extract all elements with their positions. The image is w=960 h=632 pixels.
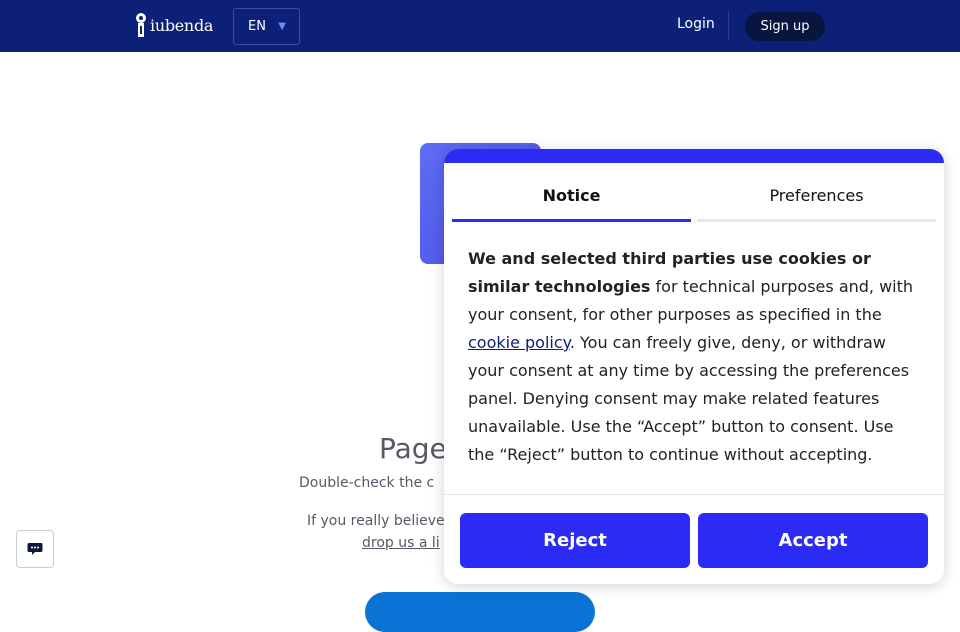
iubenda-logo-icon (136, 13, 146, 37)
chat-button[interactable] (16, 530, 54, 568)
reject-button[interactable]: Reject (460, 513, 690, 568)
chevron-down-icon: ▼ (278, 21, 286, 32)
tab-notice-indicator (452, 219, 691, 222)
page-title: Page (379, 432, 447, 465)
language-label: EN (248, 19, 266, 34)
tab-preferences[interactable]: Preferences (697, 186, 936, 205)
nav-divider (728, 12, 729, 40)
consent-notice-text: We and selected third parties use cookie… (468, 245, 924, 469)
top-navbar: iubenda EN ▼ Login Sign up (0, 0, 960, 52)
signup-button[interactable]: Sign up (745, 12, 825, 41)
language-selector[interactable]: EN ▼ (233, 8, 300, 45)
login-link[interactable]: Login (677, 16, 715, 32)
page-subtitle: Double-check the c (299, 475, 435, 491)
tab-preferences-indicator (697, 219, 936, 222)
contact-link[interactable]: drop us a li (362, 535, 440, 551)
dialog-accent-bar (444, 149, 944, 163)
dialog-divider (444, 494, 944, 495)
cookie-consent-dialog: Notice Preferences We and selected third… (444, 149, 944, 584)
dialog-body: Notice Preferences We and selected third… (444, 163, 944, 584)
home-button[interactable] (365, 592, 595, 632)
cookie-policy-link[interactable]: cookie policy (468, 333, 570, 352)
page-hint: If you really believe (307, 513, 445, 529)
chat-bubble-icon (27, 543, 43, 555)
tab-notice[interactable]: Notice (452, 186, 691, 205)
brand-name: iubenda (150, 15, 214, 35)
accept-button[interactable]: Accept (698, 513, 928, 568)
brand-logo[interactable]: iubenda (135, 12, 213, 38)
notice-text-part2: . You can freely give, deny, or withdraw… (468, 333, 910, 464)
